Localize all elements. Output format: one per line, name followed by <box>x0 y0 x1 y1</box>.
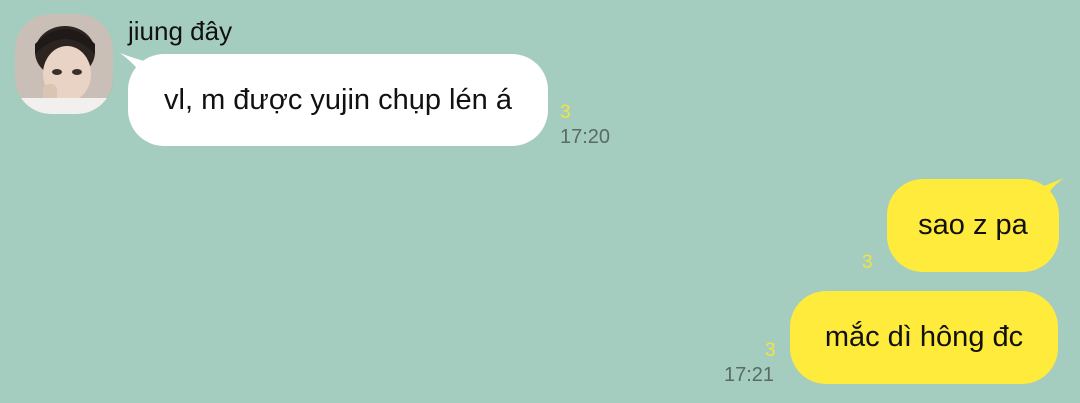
message-time: 17:21 <box>724 364 775 386</box>
sender-name: jiung đây <box>128 16 233 46</box>
outgoing-message-bubble[interactable]: mắc dì hông đc <box>790 291 1058 384</box>
message-text: mắc dì hông đc <box>824 321 1024 353</box>
incoming-message-bubble[interactable]: vl, m được yujin chụp lén á <box>128 54 548 146</box>
message-time: 17:20 <box>560 126 611 148</box>
avatar[interactable] <box>15 14 113 114</box>
read-count: 3 <box>862 252 873 273</box>
message-text: vl, m được yujin chụp lén á <box>164 83 512 116</box>
outgoing-message-bubble[interactable]: sao z pa <box>887 179 1059 272</box>
user-photo-avatar-icon <box>15 14 113 114</box>
message-text: sao z pa <box>918 209 1028 241</box>
read-count: 3 <box>560 102 571 123</box>
read-count: 3 <box>765 340 776 361</box>
